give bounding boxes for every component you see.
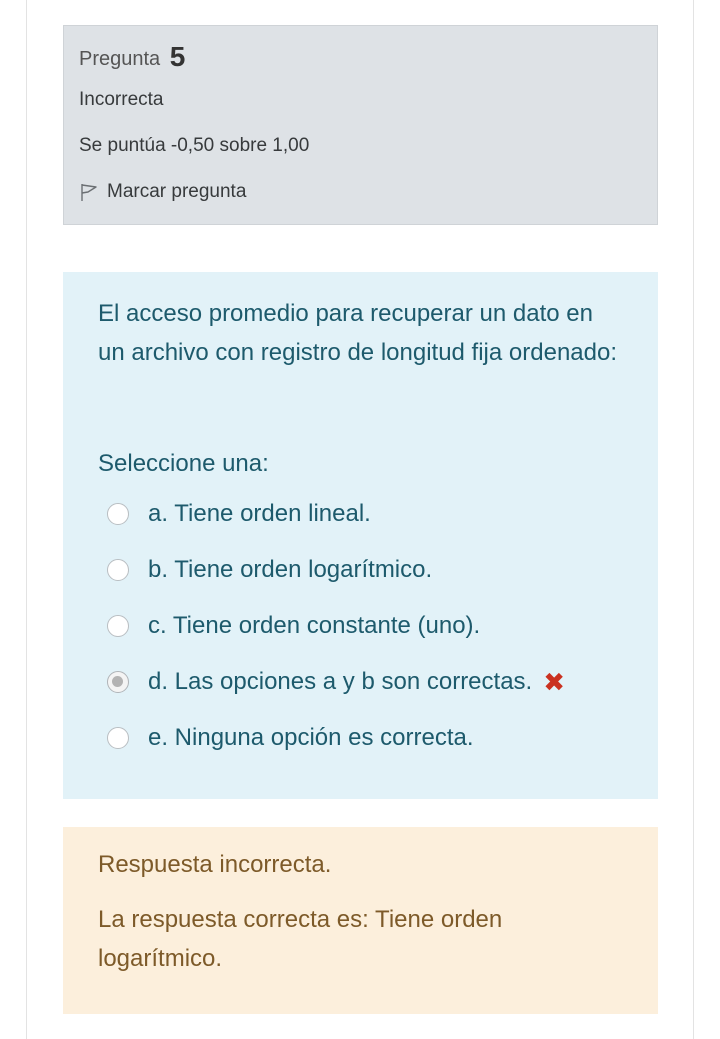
radio-button[interactable] [107, 559, 129, 581]
radio-button-selected[interactable] [107, 671, 129, 693]
flag-question-link[interactable]: Marcar pregunta [79, 181, 246, 203]
answer-option-label: b. Tiene orden logarítmico. [148, 556, 433, 583]
answer-option-d[interactable]: d. Las opciones a y b son correctas. ✖ [107, 668, 565, 696]
question-grade: Se puntúa -0,50 sobre 1,00 [79, 135, 310, 156]
general-feedback: Respuesta incorrecta. [98, 851, 332, 878]
question-label: Pregunta [79, 48, 161, 70]
answer-option-label: d. Las opciones a y b son correctas. [148, 668, 533, 695]
answer-option-e[interactable]: e. Ninguna opción es correcta. [107, 724, 474, 752]
answer-option-label: e. Ninguna opción es correcta. [148, 724, 474, 751]
answer-option-a[interactable]: a. Tiene orden lineal. [107, 500, 371, 528]
question-content-panel: El acceso promedio para recuperar un dat… [63, 272, 658, 799]
radio-button[interactable] [107, 615, 129, 637]
feedback-panel: Respuesta incorrecta. La respuesta corre… [63, 827, 658, 1014]
question-title: Pregunta 5 [79, 40, 185, 72]
question-text: El acceso promedio para recuperar un dat… [98, 300, 617, 366]
question-info-panel: Pregunta 5 Incorrecta Se puntúa -0,50 so… [63, 25, 658, 225]
answer-option-label: a. Tiene orden lineal. [148, 500, 371, 527]
correct-answer-feedback: La respuesta correcta es: Tiene orden lo… [98, 906, 503, 972]
flag-question-label: Marcar pregunta [107, 181, 247, 202]
flag-outline-icon [79, 182, 99, 202]
answer-option-c[interactable]: c. Tiene orden constante (uno). [107, 612, 480, 640]
radio-button[interactable] [107, 503, 129, 525]
question-number: 5 [169, 41, 186, 72]
answer-option-b[interactable]: b. Tiene orden logarítmico. [107, 556, 432, 584]
radio-button[interactable] [107, 727, 129, 749]
incorrect-mark-icon: ✖ [543, 667, 566, 697]
question-state: Incorrecta [79, 89, 164, 110]
answer-option-label: c. Tiene orden constante (uno). [148, 612, 481, 639]
answer-prompt: Seleccione una: [98, 450, 269, 477]
